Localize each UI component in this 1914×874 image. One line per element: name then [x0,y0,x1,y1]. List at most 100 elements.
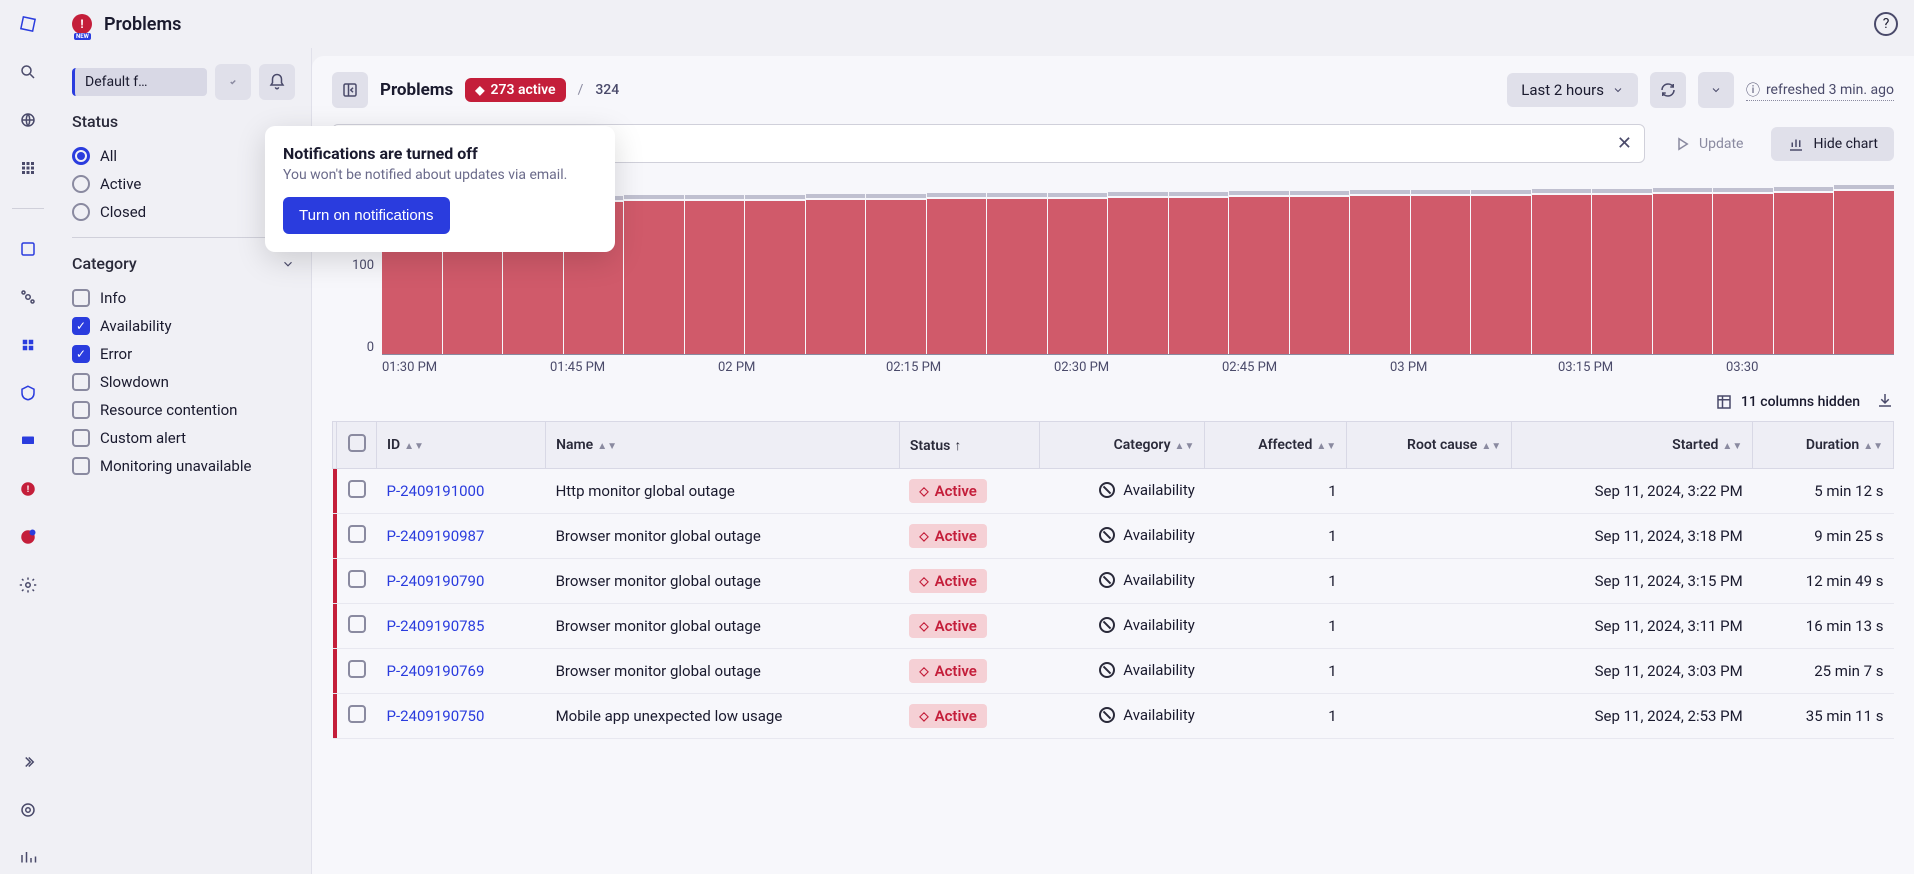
notifications-button[interactable] [259,64,295,100]
row-checkbox[interactable] [348,570,366,588]
status-radio-active[interactable]: Active [72,175,295,193]
extensions-icon[interactable] [12,329,44,361]
monitor-icon[interactable] [12,425,44,457]
row-checkbox[interactable] [348,525,366,543]
hide-chart-button[interactable]: Hide chart [1771,127,1894,161]
popover-title: Notifications are turned off [283,144,597,163]
services-icon[interactable] [12,281,44,313]
availability-icon [1099,527,1115,543]
refresh-button[interactable] [1650,72,1686,108]
category-check-monitoring-unavailable[interactable]: Monitoring unavailable [72,457,295,475]
check-indicator [72,345,90,363]
chart-bar[interactable] [685,201,745,354]
col-status[interactable]: Status↑ [899,422,1039,469]
clear-filter-icon[interactable]: ✕ [1617,133,1632,154]
radio-label: Closed [100,203,146,221]
content-header: Problems 273 active / 324 Last 2 hours r… [312,56,1914,124]
problem-id-link[interactable]: P-2409190750 [387,707,485,725]
category-check-info[interactable]: Info [72,289,295,307]
alerts-icon[interactable] [12,521,44,553]
row-checkbox[interactable] [348,705,366,723]
col-category[interactable]: Category▲▼ [1039,422,1205,469]
col-affected[interactable]: Affected▲▼ [1205,422,1347,469]
columns-hidden-button[interactable]: 11 columns hidden [1715,393,1860,411]
dashboard-icon[interactable] [12,233,44,265]
table-row[interactable]: P-2409190785 Browser monitor global outa… [333,604,1894,649]
table-row[interactable]: P-2409190769 Browser monitor global outa… [333,649,1894,694]
expand-rail-icon[interactable] [12,746,44,778]
col-id[interactable]: ID▲▼ [377,422,546,469]
col-root-cause[interactable]: Root cause▲▼ [1347,422,1512,469]
target-icon[interactable] [12,794,44,826]
chart-bar[interactable] [987,199,1047,354]
chart-bar[interactable] [1532,195,1592,354]
download-button[interactable] [1876,391,1894,413]
update-button[interactable]: Update [1657,127,1759,161]
category-check-slowdown[interactable]: Slowdown [72,373,295,391]
table-row[interactable]: P-2409190987 Browser monitor global outa… [333,514,1894,559]
row-checkbox[interactable] [348,480,366,498]
collapse-sidebar-button[interactable] [332,72,368,108]
category-check-error[interactable]: Error [72,345,295,363]
analytics-icon[interactable] [12,842,44,874]
settings-icon[interactable] [12,569,44,601]
filter-confirm-button[interactable] [215,64,251,100]
category-filter-label[interactable]: Category [72,254,295,273]
chart-bar[interactable] [1774,193,1834,354]
problem-id-link[interactable]: P-2409191000 [387,482,485,500]
chart-bar[interactable] [1592,195,1652,354]
status-radio-closed[interactable]: Closed [72,203,295,221]
problem-id-link[interactable]: P-2409190790 [387,572,485,590]
category-check-availability[interactable]: Availability [72,317,295,335]
table-row[interactable]: P-2409190750 Mobile app unexpected low u… [333,694,1894,739]
category-check-resource-contention[interactable]: Resource contention [72,401,295,419]
chart-bar[interactable] [1471,196,1531,354]
search-icon[interactable] [12,56,44,88]
chart-bar[interactable] [1229,197,1289,354]
turn-on-notifications-button[interactable]: Turn on notifications [283,197,450,234]
chart-bar[interactable] [1048,199,1108,354]
logo-icon[interactable] [12,8,44,40]
problem-id-link[interactable]: P-2409190785 [387,617,485,635]
refreshed-info[interactable]: refreshed 3 min. ago [1746,80,1894,101]
row-checkbox[interactable] [348,615,366,633]
status-radio-all[interactable]: All [72,147,295,165]
problems-nav-icon[interactable]: ! [12,473,44,505]
status-badge: Active [909,614,987,638]
chart-bar[interactable] [866,200,926,354]
chart-bar[interactable] [1169,198,1229,354]
category-label-text: Category [72,254,137,273]
globe-icon[interactable] [12,104,44,136]
problem-id-link[interactable]: P-2409190769 [387,662,485,680]
row-checkbox[interactable] [348,660,366,678]
chart-bar[interactable] [1350,196,1410,354]
chart-bar[interactable] [1108,198,1168,354]
security-icon[interactable] [12,377,44,409]
radio-label: Active [100,175,141,193]
table-row[interactable]: P-2409190790 Browser monitor global outa… [333,559,1894,604]
chart-bar[interactable] [745,201,805,354]
col-started[interactable]: Started▲▼ [1512,422,1753,469]
chart-bar[interactable] [624,201,684,354]
col-name[interactable]: Name▲▼ [546,422,900,469]
chart-bar[interactable] [1290,197,1350,354]
time-range-selector[interactable]: Last 2 hours [1507,73,1638,107]
category-check-custom-alert[interactable]: Custom alert [72,429,295,447]
filter-preset-chip[interactable]: Default f… [72,68,207,96]
help-icon[interactable]: ? [1874,12,1898,36]
duration: 35 min 11 s [1753,694,1894,739]
problem-id-link[interactable]: P-2409190987 [387,527,485,545]
apps-icon[interactable] [12,152,44,184]
refresh-dropdown-button[interactable] [1698,72,1734,108]
category-cell: Availability [1099,661,1195,679]
chart-bar[interactable] [1411,196,1471,354]
col-duration[interactable]: Duration▲▼ [1753,422,1894,469]
table-row[interactable]: P-2409191000 Http monitor global outage … [333,469,1894,514]
chart-bar[interactable] [1834,191,1894,354]
chart-bar[interactable] [1653,194,1713,354]
chart-bar[interactable] [1713,194,1773,355]
update-label: Update [1699,136,1743,152]
chart-bar[interactable] [927,199,987,354]
select-all-checkbox[interactable] [348,434,366,452]
chart-bar[interactable] [806,200,866,354]
